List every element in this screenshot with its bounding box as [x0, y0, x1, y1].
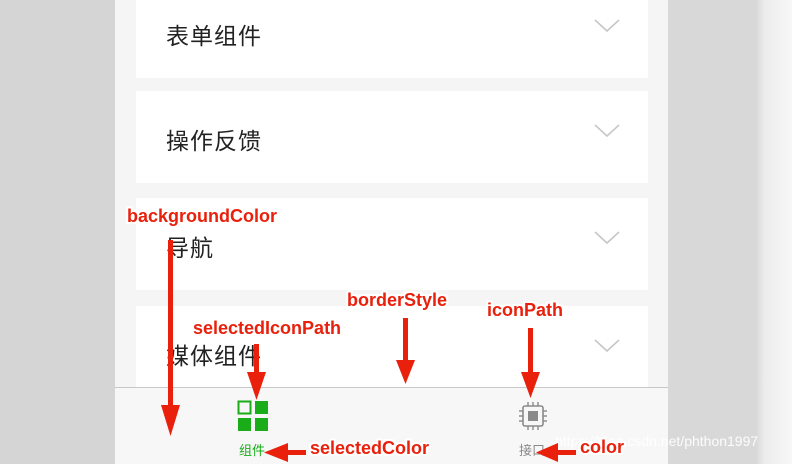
- annotation-selected-icon-path: selectedIconPath: [193, 318, 342, 338]
- chevron-down-icon: [594, 231, 620, 245]
- grid-squares-icon: [237, 400, 268, 431]
- chevron-down-icon: [594, 339, 620, 353]
- background-left-panel: [0, 0, 115, 464]
- annotation-icon-path: iconPath: [487, 300, 564, 320]
- phone-screen: 表单组件 操作反馈 导航 媒体组件 组件 接口: [115, 0, 668, 464]
- background-right-panel: [668, 0, 792, 464]
- annotation-color: color: [580, 437, 625, 457]
- tab-components[interactable]: 组件: [192, 388, 312, 464]
- chevron-down-icon: [594, 19, 620, 33]
- annotation-background-color: backgroundColor: [127, 206, 278, 226]
- menu-item-label: 操作反馈: [166, 129, 262, 155]
- chevron-down-icon: [594, 124, 620, 138]
- tab-label: 组件: [238, 444, 265, 459]
- menu-item-label: 媒体组件: [166, 344, 262, 370]
- menu-item-form-components[interactable]: 表单组件: [136, 0, 648, 78]
- annotation-selected-color: selectedColor: [310, 438, 430, 458]
- menu-item-feedback[interactable]: 操作反馈: [136, 91, 648, 183]
- menu-item-label: 导航: [166, 236, 214, 262]
- chip-icon: [519, 402, 547, 430]
- tab-api[interactable]: 接口: [472, 388, 592, 464]
- annotation-border-style: borderStyle: [347, 290, 448, 310]
- menu-item-label: 表单组件: [166, 24, 262, 50]
